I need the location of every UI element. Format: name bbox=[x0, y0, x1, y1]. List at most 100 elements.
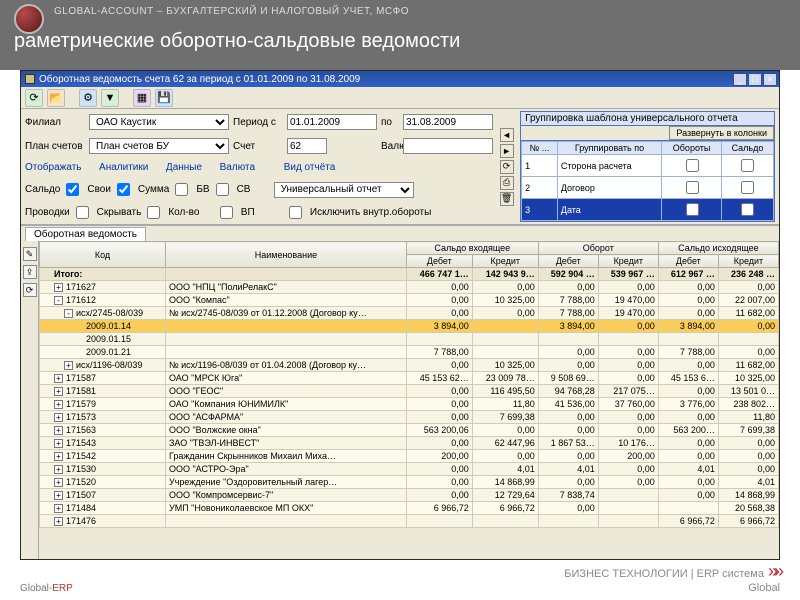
col-d1[interactable]: Дебет bbox=[406, 255, 472, 268]
filter-icon[interactable]: ▼ bbox=[101, 89, 119, 107]
table-row[interactable]: +171530ООО "АСТРО-Эра"0,004,014,010,004,… bbox=[40, 463, 779, 476]
plan-select[interactable]: План счетов БУ bbox=[89, 138, 229, 154]
group-delete-icon[interactable]: 🗑 bbox=[500, 192, 514, 206]
table-row[interactable]: +171627ООО "НПЦ "ПолиРелакС"0,000,000,00… bbox=[40, 281, 779, 294]
col-saldo-out[interactable]: Сальдо исходящее bbox=[658, 242, 778, 255]
table-row[interactable]: -171612ООО "Компас"0,0010 325,007 788,00… bbox=[40, 294, 779, 307]
tab-oborotnaya[interactable]: Оборотная ведомость bbox=[25, 227, 146, 241]
period-from-input[interactable] bbox=[287, 114, 377, 130]
table-row[interactable]: +171587ОАО "МРСК Юга"45 153 62…23 009 78… bbox=[40, 372, 779, 385]
group-row[interactable]: 2Договор bbox=[522, 177, 774, 199]
col-oborot[interactable]: Оборот bbox=[538, 242, 658, 255]
tree-toggle-icon[interactable]: + bbox=[54, 478, 63, 487]
columns-icon[interactable]: ▦ bbox=[133, 89, 151, 107]
table-row[interactable]: Итого:466 747 1…142 943 9…592 904 …539 9… bbox=[40, 268, 779, 281]
group-col-no[interactable]: № ... bbox=[522, 142, 558, 155]
table-row[interactable]: +171542Гражданин Скрынников Михаил Миха…… bbox=[40, 450, 779, 463]
tree-toggle-icon[interactable]: - bbox=[54, 296, 63, 305]
sv-check[interactable] bbox=[216, 183, 229, 196]
move-right-icon[interactable]: ► bbox=[500, 144, 514, 158]
tree-toggle-icon[interactable]: + bbox=[54, 400, 63, 409]
col-k2[interactable]: Кредит bbox=[598, 255, 658, 268]
table-row[interactable]: +171484УМП "Новониколаевское МП ОКХ"6 96… bbox=[40, 502, 779, 515]
report-table-wrap[interactable]: Код Наименование Сальдо входящее Оборот … bbox=[39, 241, 779, 559]
table-row[interactable]: +171581ООО "ГЕОС"0,00116 495,5094 768,28… bbox=[40, 385, 779, 398]
table-row[interactable]: +1714766 966,726 966,72 bbox=[40, 515, 779, 528]
tree-toggle-icon[interactable]: + bbox=[54, 426, 63, 435]
toolbar: ⟳ 📂 ⚙ ▼ ▦ 💾 bbox=[21, 87, 779, 109]
group-row[interactable]: 3Дата bbox=[522, 199, 774, 221]
table-row[interactable]: 2009.01.143 894,003 894,000,003 894,000,… bbox=[40, 320, 779, 333]
filial-select[interactable]: ОАО Каустик bbox=[89, 114, 229, 130]
window-icon bbox=[25, 74, 35, 84]
col-d2[interactable]: Дебет bbox=[538, 255, 598, 268]
side-export-icon[interactable]: ⇪ bbox=[23, 265, 37, 279]
save-icon[interactable]: 💾 bbox=[155, 89, 173, 107]
tree-toggle-icon[interactable]: + bbox=[54, 413, 63, 422]
group-col-groupby[interactable]: Группировать по bbox=[557, 142, 661, 155]
tree-toggle-icon[interactable]: + bbox=[54, 491, 63, 500]
col-saldo-in[interactable]: Сальдо входящее bbox=[406, 242, 538, 255]
tree-toggle-icon[interactable]: + bbox=[54, 465, 63, 474]
summa-check[interactable] bbox=[117, 183, 130, 196]
schet-input[interactable] bbox=[287, 138, 327, 154]
table-row[interactable]: 2009.01.217 788,000,000,007 788,000,00 bbox=[40, 346, 779, 359]
vid-otcheta-select[interactable]: Универсальный отчет bbox=[274, 182, 414, 198]
table-row[interactable]: +171573ООО "АСФАРМА"0,007 699,380,000,00… bbox=[40, 411, 779, 424]
title-bar[interactable]: Оборотная ведомость счета 62 за период с… bbox=[21, 71, 779, 87]
report-table: Код Наименование Сальдо входящее Оборот … bbox=[39, 241, 779, 528]
col-d3[interactable]: Дебет bbox=[658, 255, 718, 268]
tree-toggle-icon[interactable]: + bbox=[54, 439, 63, 448]
tree-toggle-icon[interactable]: - bbox=[64, 309, 73, 318]
tree-toggle-icon[interactable]: + bbox=[64, 361, 73, 370]
col-kod[interactable]: Код bbox=[40, 242, 166, 268]
open-folder-icon[interactable]: 📂 bbox=[47, 89, 65, 107]
valuta-input[interactable] bbox=[403, 138, 493, 154]
table-row[interactable]: +исх/1196-08/039№ исх/1196-08/039 от 01.… bbox=[40, 359, 779, 372]
col-k1[interactable]: Кредит bbox=[472, 255, 538, 268]
bv-check[interactable] bbox=[175, 183, 188, 196]
exclude-check[interactable] bbox=[289, 206, 302, 219]
grouping-panel: Группировка шаблона универсального отчет… bbox=[520, 111, 775, 222]
minimize-button[interactable]: _ bbox=[733, 73, 747, 86]
tree-toggle-icon[interactable]: + bbox=[54, 374, 63, 383]
tree-toggle-icon[interactable]: + bbox=[54, 283, 63, 292]
col-k3[interactable]: Кредит bbox=[718, 255, 778, 268]
side-refresh-icon[interactable]: ⟳ bbox=[23, 283, 37, 297]
table-row[interactable]: +171520Учреждение "Оздоровительный лагер… bbox=[40, 476, 779, 489]
maximize-button[interactable]: □ bbox=[748, 73, 762, 86]
table-row[interactable]: +171579ОАО "Компания ЮНИМИЛК"0,0011,8041… bbox=[40, 398, 779, 411]
expand-columns-button[interactable]: Развернуть в колонки bbox=[669, 126, 774, 140]
group-export-icon[interactable]: ⎙ bbox=[500, 176, 514, 190]
group-col-saldo[interactable]: Сальдо bbox=[721, 142, 773, 155]
table-row[interactable]: +171507ООО "Компромсервис-7"0,0012 729,6… bbox=[40, 489, 779, 502]
settings-icon[interactable]: ⚙ bbox=[79, 89, 97, 107]
table-row[interactable]: +171543ЗАО "ТВЭЛ-ИНВЕСТ"0,0062 447,961 8… bbox=[40, 437, 779, 450]
table-row[interactable]: -исх/2745-08/039№ исх/2745-08/039 от 01.… bbox=[40, 307, 779, 320]
table-row[interactable]: 2009.01.15 bbox=[40, 333, 779, 346]
grouping-title: Группировка шаблона универсального отчет… bbox=[521, 112, 774, 126]
otobrazhat-label: Отображать bbox=[25, 162, 81, 173]
svoi-check[interactable] bbox=[66, 183, 79, 196]
footer-left: Global-ERP bbox=[20, 583, 73, 594]
tree-toggle-icon[interactable]: + bbox=[54, 452, 63, 461]
move-left-icon[interactable]: ◄ bbox=[500, 128, 514, 142]
col-naim[interactable]: Наименование bbox=[165, 242, 406, 268]
group-col-oboroty[interactable]: Обороты bbox=[662, 142, 722, 155]
period-to-input[interactable] bbox=[403, 114, 493, 130]
group-row[interactable]: 1Сторона расчета bbox=[522, 155, 774, 177]
skryvat-check[interactable] bbox=[76, 206, 89, 219]
group-refresh-icon[interactable]: ⟳ bbox=[500, 160, 514, 174]
tree-toggle-icon[interactable]: + bbox=[54, 517, 63, 526]
refresh-icon[interactable]: ⟳ bbox=[25, 89, 43, 107]
kolvo-check[interactable] bbox=[147, 206, 160, 219]
side-edit-icon[interactable]: ✎ bbox=[23, 247, 37, 261]
tree-toggle-icon[interactable]: + bbox=[54, 504, 63, 513]
table-row[interactable]: +171563ООО "Волжские окна"563 200,060,00… bbox=[40, 424, 779, 437]
analitiki-label: Аналитики bbox=[99, 162, 148, 173]
tree-toggle-icon[interactable]: + bbox=[54, 387, 63, 396]
vp-check[interactable] bbox=[220, 206, 233, 219]
page-title: раметрические оборотно-сальдовые ведомос… bbox=[14, 30, 460, 53]
dannye-label: Данные bbox=[166, 162, 202, 173]
close-button[interactable]: × bbox=[763, 73, 777, 86]
